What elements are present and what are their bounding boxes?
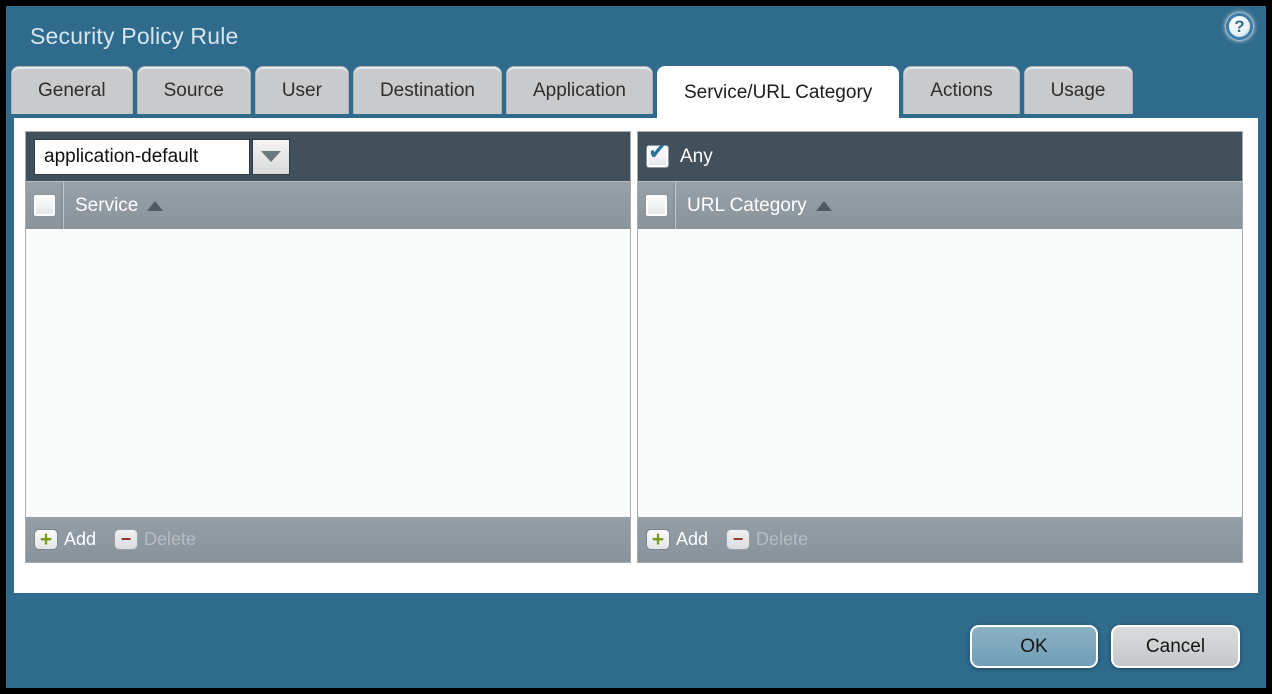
service-list bbox=[26, 229, 630, 517]
service-column-label: Service bbox=[75, 195, 138, 217]
minus-icon: − bbox=[114, 529, 138, 550]
service-select-all-checkbox[interactable] bbox=[33, 194, 56, 217]
url-category-select-all-cell bbox=[638, 182, 676, 229]
any-label: Any bbox=[680, 146, 713, 168]
security-policy-rule-dialog: Security Policy Rule ? General Source Us… bbox=[6, 6, 1266, 688]
add-icon: + bbox=[646, 529, 670, 550]
tab-service-url-category[interactable]: Service/URL Category bbox=[657, 66, 899, 118]
url-category-panel: ✔ Any URL Category + Add − Delete bbox=[637, 131, 1243, 563]
service-type-dropdown[interactable]: application-default bbox=[34, 139, 250, 175]
service-type-bar: application-default bbox=[26, 132, 630, 181]
tab-user[interactable]: User bbox=[255, 66, 349, 114]
url-category-list bbox=[638, 229, 1242, 517]
tab-destination[interactable]: Destination bbox=[353, 66, 502, 114]
any-checkbox[interactable]: ✔ bbox=[646, 145, 669, 168]
help-icon[interactable]: ? bbox=[1226, 13, 1253, 40]
tab-source[interactable]: Source bbox=[137, 66, 251, 114]
url-category-select-all-checkbox[interactable] bbox=[645, 194, 668, 217]
checkmark-icon: ✔ bbox=[648, 141, 667, 164]
tab-application[interactable]: Application bbox=[506, 66, 653, 114]
tab-content-service-url-category: application-default Service + Add bbox=[14, 118, 1258, 593]
tab-actions[interactable]: Actions bbox=[903, 66, 1019, 114]
minus-icon: − bbox=[726, 529, 750, 550]
service-footer-bar: + Add − Delete bbox=[26, 517, 630, 562]
tab-bar: General Source User Destination Applicat… bbox=[6, 66, 1266, 118]
dialog-action-buttons: OK Cancel bbox=[970, 625, 1240, 668]
url-category-delete-button[interactable]: − Delete bbox=[726, 529, 808, 550]
cancel-button[interactable]: Cancel bbox=[1111, 625, 1240, 668]
service-panel: application-default Service + Add bbox=[25, 131, 631, 563]
service-delete-button[interactable]: − Delete bbox=[114, 529, 196, 550]
tab-general[interactable]: General bbox=[11, 66, 133, 114]
url-category-footer-bar: + Add − Delete bbox=[638, 517, 1242, 562]
title-bar: Security Policy Rule bbox=[6, 6, 1266, 66]
sort-ascending-icon bbox=[816, 201, 832, 211]
service-add-button[interactable]: + Add bbox=[34, 529, 96, 550]
url-category-column-label: URL Category bbox=[687, 195, 807, 217]
url-category-add-button[interactable]: + Add bbox=[646, 529, 708, 550]
service-column-header[interactable]: Service bbox=[26, 181, 630, 229]
service-type-dropdown-button[interactable] bbox=[252, 139, 290, 175]
page-title: Security Policy Rule bbox=[30, 23, 239, 50]
add-icon: + bbox=[34, 529, 58, 550]
url-category-column-header[interactable]: URL Category bbox=[638, 181, 1242, 229]
service-select-all-cell bbox=[26, 182, 64, 229]
url-category-any-bar: ✔ Any bbox=[638, 132, 1242, 181]
sort-ascending-icon bbox=[147, 201, 163, 211]
ok-button[interactable]: OK bbox=[970, 625, 1098, 668]
tab-usage[interactable]: Usage bbox=[1024, 66, 1133, 114]
chevron-down-icon bbox=[261, 151, 281, 162]
